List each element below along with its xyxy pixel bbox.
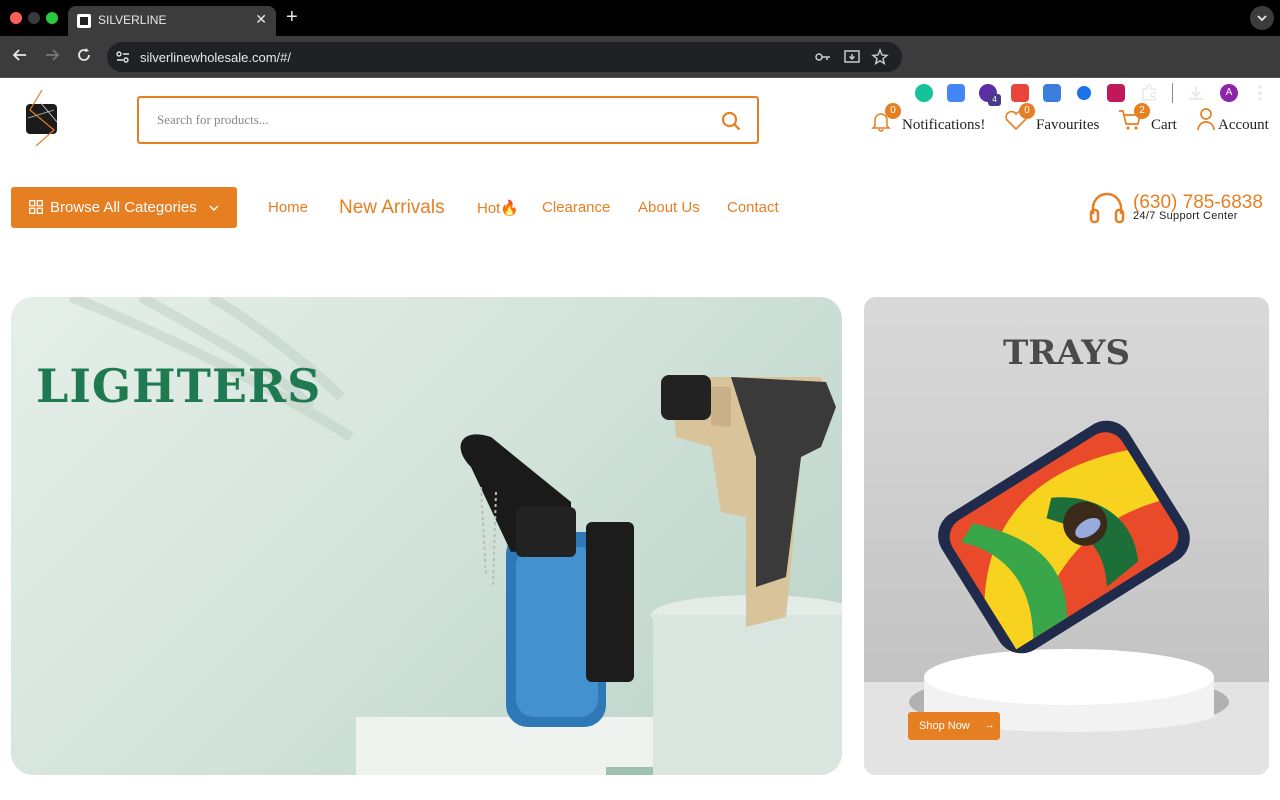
user-icon [1197,108,1215,131]
browser-tab-bar: SILVERLINE ✕ + [0,0,1280,36]
notifications-link[interactable]: 0 Notifications! [870,103,990,138]
grid-icon [29,200,43,214]
trays-banner[interactable]: TRAYS Shop Now → [864,297,1269,775]
browser-menu-icon[interactable] [1256,84,1264,102]
window-close-button[interactable] [10,12,22,24]
nav-new-arrivals-link[interactable]: New Arrivals [339,197,445,219]
download-icon[interactable] [1186,83,1206,103]
window-minimize-button[interactable] [28,12,40,24]
browse-categories-button[interactable]: Browse All Categories [11,187,237,228]
toolbar-divider [1172,83,1173,103]
lighters-banner-title: LIGHTERS [36,359,322,413]
cart-count-badge: 2 [1134,103,1150,119]
favourites-link[interactable]: 0 Favourites [1004,103,1104,138]
reload-icon[interactable] [76,47,92,63]
fi-extension-icon[interactable] [1075,84,1093,102]
tab-title: SILVERLINE [98,13,167,27]
password-key-icon[interactable] [814,48,832,66]
translate-extension-icon[interactable] [947,84,965,102]
nav-about-us-link[interactable]: About Us [638,199,700,216]
nav-clearance-link[interactable]: Clearance [542,199,610,216]
nav-hot-link[interactable]: Hot🔥 [477,199,519,217]
extension-badge: 4 [988,94,1001,106]
window-maximize-button[interactable] [46,12,58,24]
cart-link[interactable]: 2 Cart [1118,103,1182,138]
coupon-extension-icon[interactable] [1011,84,1029,102]
screenshot-extension-icon[interactable] [1043,84,1061,102]
account-label: Account [1218,117,1269,133]
headset-icon [1089,192,1125,224]
lighters-banner[interactable]: LIGHTERS [11,297,842,775]
search-input[interactable] [157,112,697,128]
bookmark-star-icon[interactable] [871,48,889,66]
chevron-down-icon [209,205,219,211]
recorder-extension-icon[interactable] [1107,84,1125,102]
favourites-label: Favourites [1036,117,1100,133]
browse-categories-label: Browse All Categories [50,199,197,216]
install-app-icon[interactable] [843,48,861,66]
nav-contact-link[interactable]: Contact [727,199,779,216]
trays-banner-title: TRAYS [1002,333,1131,373]
silverline-logo[interactable] [24,90,60,146]
search-icon[interactable] [721,111,741,131]
url-text: silverlinewholesale.com/#/ [140,50,292,65]
search-bar [137,96,759,144]
tab-search-button[interactable] [1250,6,1274,30]
site-favicon-icon [77,14,91,28]
chevron-down-icon [1257,15,1267,22]
profile-avatar[interactable]: A [1220,84,1238,102]
browser-toolbar: silverlinewholesale.com/#/ 4 A [0,36,1280,106]
favourites-count-badge: 0 [1019,103,1035,119]
shop-now-button[interactable]: Shop Now → [908,712,1000,740]
new-tab-icon[interactable]: + [286,6,298,29]
extensions-puzzle-icon[interactable] [1139,83,1159,103]
grammarly-extension-icon[interactable] [915,84,933,102]
notifications-label: Notifications! [902,117,986,133]
support-contact[interactable]: (630) 785-6838 24/7 Support Center [1089,190,1274,226]
forward-arrow-icon[interactable] [44,47,60,63]
nav-home-link[interactable]: Home [268,199,308,216]
address-bar[interactable]: silverlinewholesale.com/#/ [107,42,902,72]
arrow-right-icon: → [984,719,995,731]
cart-label: Cart [1151,117,1177,133]
shop-now-label: Shop Now [919,720,970,732]
account-link[interactable]: Account [1196,106,1272,138]
site-info-icon[interactable] [115,49,131,65]
support-subtitle: 24/7 Support Center [1133,210,1238,222]
notifications-count-badge: 0 [885,103,901,119]
browser-tab[interactable]: SILVERLINE ✕ [68,6,276,36]
tab-close-icon[interactable]: ✕ [255,11,267,28]
back-arrow-icon[interactable] [12,47,28,63]
